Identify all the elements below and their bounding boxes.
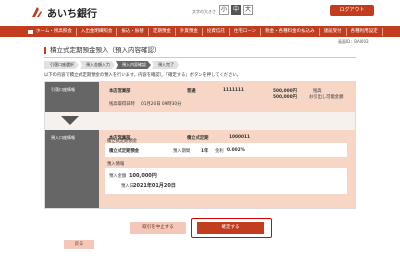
- deposit-amount: 100,000円: [129, 173, 157, 179]
- withdraw-available-label: お引出し可能金額: [309, 95, 344, 100]
- deposit-date-label: 預入日: [121, 184, 134, 189]
- nav-item-settings[interactable]: 各種利用設定: [347, 27, 383, 36]
- step-select-account: 引落口座選択: [44, 61, 79, 69]
- deposit-info-box: 預入金額 100,000円 預入日 2021年01月20日: [105, 168, 347, 194]
- withdraw-section-label: 引落口座情報: [45, 82, 99, 112]
- deposit-date: 2021年01月20日: [133, 183, 176, 189]
- page-title: 積立式定期預金預入（預入内容確認）: [44, 47, 161, 54]
- deposit-section-label: 預入口座情報: [45, 130, 99, 208]
- withdraw-branch: 本店営業部: [109, 89, 131, 94]
- withdraw-date-label: 残高取得日時: [109, 102, 135, 107]
- step-enter-amount: 預入金額入力: [80, 61, 115, 69]
- nav-item-tax-payment[interactable]: 税金・各種料金の払込み: [261, 27, 320, 36]
- product-detail-box: 積立式定期預金 預入期間 1年 金利 0.002%: [105, 143, 347, 157]
- nav-item-home[interactable]: ホーム・残高照会: [26, 27, 77, 36]
- font-size-small-button[interactable]: 小: [219, 5, 229, 15]
- withdraw-account-number: 1111111: [223, 88, 244, 93]
- back-button[interactable]: 戻る: [64, 240, 94, 249]
- deposit-rate: 0.002%: [227, 148, 245, 153]
- nav-item-notifications[interactable]: 諸届受付: [320, 27, 347, 36]
- screen-id: 画面ID：BAI003: [338, 39, 369, 44]
- withdraw-available: 500,000円: [273, 95, 297, 100]
- font-size-label: 文字の大きさ: [192, 9, 216, 14]
- sub-section-title-deposit-info: 預入情報: [107, 162, 125, 167]
- step-indicator: 引落口座選択 預入金額入力 預入内容確認 預入完了: [44, 61, 180, 69]
- bank-name: あいち銀行: [47, 9, 97, 20]
- title-divider: [44, 57, 356, 58]
- nav-item-foreign-deposit[interactable]: 外貨預金: [176, 27, 203, 36]
- font-size-large-button[interactable]: 大: [243, 5, 253, 15]
- deposit-period-label: 預入期間: [173, 149, 191, 154]
- deposit-account-number: 1000011: [229, 135, 250, 140]
- confirmation-panel: 引落口座情報 本店営業部 普通 1111111 500,000円 残高 500,…: [44, 81, 356, 209]
- nav-item-time-deposit[interactable]: 定期預金: [149, 27, 176, 36]
- bank-logo-icon: [32, 7, 42, 17]
- step-confirm: 預入内容確認: [116, 61, 151, 69]
- deposit-type: 積立式定期: [187, 136, 209, 141]
- deposit-rate-label: 金利: [215, 149, 224, 154]
- confirm-button[interactable]: 確定する: [197, 222, 264, 234]
- nav-item-housing-loan[interactable]: 住宅ローン: [230, 27, 262, 36]
- deposit-amount-label: 預入金額: [109, 174, 127, 179]
- step-complete: 預入完了: [152, 61, 179, 69]
- deposit-product: 積立式定期預金: [109, 149, 140, 154]
- header: あいち銀行 文字の大きさ 小 中 大 ログアウト: [0, 0, 400, 26]
- nav-item-investment-trust[interactable]: 投資信託: [203, 27, 230, 36]
- instruction-text: 以下の内容で積立式定期預金の預入を行います。内容を確認し「確定する」ボタンを押し…: [44, 73, 241, 78]
- confirm-button-highlight: 確定する: [191, 218, 272, 238]
- withdraw-date: 01月20日 09時30分: [141, 102, 182, 107]
- deposit-account-section: 本店営業部 積立式定期 1000011 積立式定期預金 積立式定期預金 預入期間…: [99, 130, 355, 208]
- deposit-period: 1年: [201, 149, 209, 154]
- cancel-transaction-button[interactable]: 取引を中止する: [130, 222, 186, 234]
- withdraw-account-section: 引落口座情報 本店営業部 普通 1111111 500,000円 残高 500,…: [45, 82, 355, 112]
- font-size-medium-button[interactable]: 中: [231, 5, 241, 15]
- nav-item-transfer[interactable]: 振込・振替: [117, 27, 149, 36]
- down-arrow-icon: [61, 116, 79, 125]
- logout-button[interactable]: ログアウト: [330, 5, 374, 16]
- nav-item-statement[interactable]: 入出金明細照会: [77, 27, 118, 36]
- main-nav: ホーム・残高照会 入出金明細照会 振込・振替 定期預金 外貨預金 投資信託 住宅…: [0, 26, 400, 37]
- withdraw-type: 普通: [187, 89, 196, 94]
